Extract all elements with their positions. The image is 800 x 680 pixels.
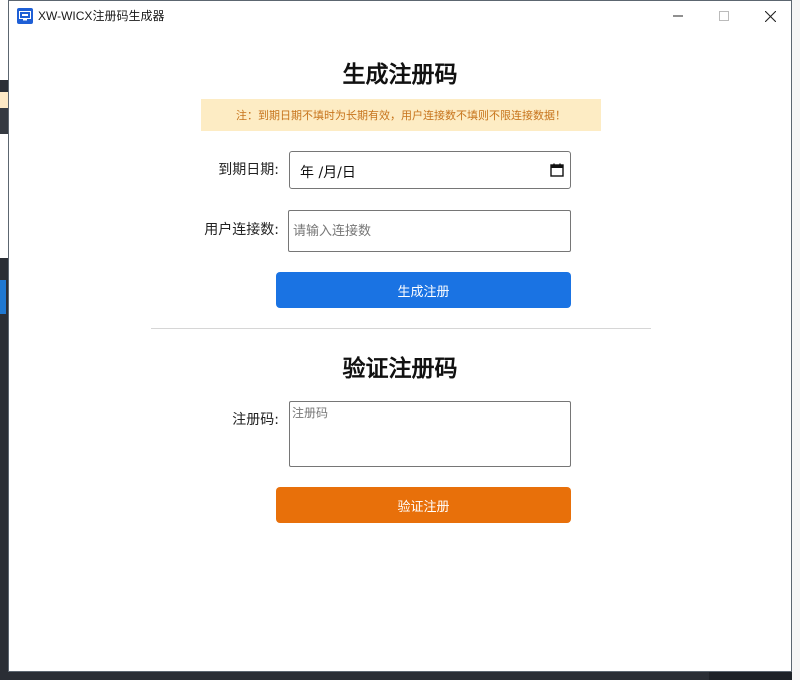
title-bar[interactable]: XW-WICX注册码生成器 — [9, 1, 791, 31]
maximize-button[interactable] — [701, 1, 747, 31]
background-panel — [0, 280, 6, 314]
main-content: 生成注册码 注：到期日期不填时为长期有效，用户连接数不填则不限连接数据！ 到期日… — [9, 31, 791, 673]
verify-button[interactable]: 验证注册 — [276, 487, 571, 523]
background-right-strip — [792, 0, 800, 680]
user-connections-label: 用户连接数: — [204, 222, 279, 238]
expiry-date-label: 到期日期: — [218, 162, 279, 178]
user-connections-input[interactable] — [288, 210, 571, 252]
close-button[interactable] — [747, 1, 793, 31]
close-icon — [764, 10, 776, 22]
expiry-date-input[interactable]: 年 /月/日 — [289, 151, 571, 189]
notice-banner: 注：到期日期不填时为长期有效，用户连接数不填则不限连接数据！ — [201, 99, 601, 131]
calendar-icon[interactable] — [550, 163, 564, 177]
window-title: XW-WICX注册码生成器 — [38, 9, 165, 23]
registration-code-label: 注册码: — [232, 412, 279, 428]
maximize-icon — [719, 11, 729, 21]
background-bottom-strip — [9, 672, 792, 680]
section-divider — [151, 328, 651, 329]
generate-heading: 生成注册码 — [342, 62, 458, 88]
expiry-date-value: 年 /月/日 — [300, 165, 356, 181]
background-panel — [709, 672, 792, 680]
verify-heading: 验证注册码 — [342, 356, 458, 382]
app-icon — [17, 8, 33, 24]
minimize-button[interactable] — [655, 1, 701, 31]
registration-code-input[interactable] — [289, 401, 571, 467]
minimize-icon — [673, 15, 683, 17]
generate-button[interactable]: 生成注册 — [276, 272, 571, 308]
app-window: XW-WICX注册码生成器 生成注册码 注：到期日期不填时为长期有效，用户连接数… — [8, 0, 792, 672]
